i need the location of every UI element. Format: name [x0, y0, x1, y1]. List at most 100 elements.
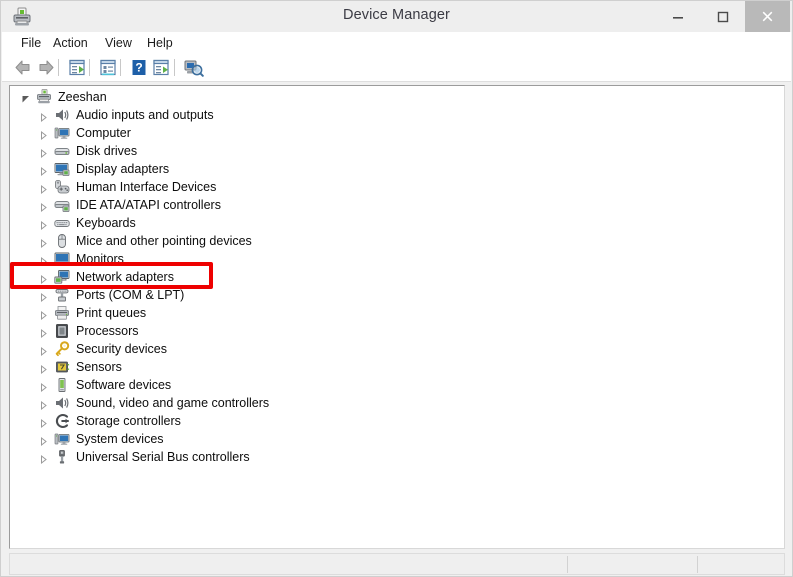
toolbar-separator [58, 59, 59, 76]
close-icon [745, 1, 790, 32]
collapsed-triangle-icon[interactable] [38, 218, 49, 229]
tree-item-label: Universal Serial Bus controllers [76, 449, 250, 465]
tree-item-audio-inputs-and-outputs[interactable]: Audio inputs and outputs [10, 106, 784, 124]
properties-icon [66, 65, 88, 82]
menu-bar: File Action View Help [2, 32, 791, 55]
tree-item-label: Computer [76, 125, 131, 141]
menu-item-file[interactable]: File [16, 35, 46, 51]
toolbar-show-hide-tree-button[interactable] [97, 57, 119, 78]
collapsed-triangle-icon[interactable] [38, 200, 49, 211]
maximize-button[interactable] [700, 1, 745, 32]
tree-item-label: Security devices [76, 341, 167, 357]
tree-item-mice-and-other-pointing-devices[interactable]: Mice and other pointing devices [10, 232, 784, 250]
tree-item-sensors[interactable]: Sensors [10, 358, 784, 376]
network-adapter-icon [54, 269, 70, 285]
collapsed-triangle-icon[interactable] [38, 146, 49, 157]
speaker-icon [54, 395, 70, 411]
tree-item-ports-com-lpt[interactable]: Ports (COM & LPT) [10, 286, 784, 304]
collapsed-triangle-icon[interactable] [38, 308, 49, 319]
tree-item-label: Keyboards [76, 215, 136, 231]
collapsed-triangle-icon[interactable] [38, 416, 49, 427]
collapsed-triangle-icon[interactable] [38, 380, 49, 391]
collapsed-triangle-icon[interactable] [38, 164, 49, 175]
toolbar-back-button[interactable] [12, 57, 34, 78]
tree-item-label: Print queues [76, 305, 146, 321]
tree-item-display-adapters[interactable]: Display adapters [10, 160, 784, 178]
status-bar [9, 553, 785, 575]
tree-item-computer[interactable]: Computer [10, 124, 784, 142]
menu-item-view[interactable]: View [100, 35, 137, 51]
tree-item-storage-controllers[interactable]: Storage controllers [10, 412, 784, 430]
tree-item-disk-drives[interactable]: Disk drives [10, 142, 784, 160]
tree-item-label: Audio inputs and outputs [76, 107, 214, 123]
collapsed-triangle-icon[interactable] [38, 272, 49, 283]
tree-item-security-devices[interactable]: Security devices [10, 340, 784, 358]
collapsed-triangle-icon[interactable] [38, 398, 49, 409]
gamepad-icon [54, 179, 70, 195]
tree-item-label: IDE ATA/ATAPI controllers [76, 197, 221, 213]
computer-icon [54, 431, 70, 447]
collapsed-triangle-icon[interactable] [38, 236, 49, 247]
toolbar-separator [120, 59, 121, 76]
status-divider [697, 556, 698, 573]
tree-item-zeeshan[interactable]: Zeeshan [10, 88, 784, 106]
tree-item-label: Mice and other pointing devices [76, 233, 252, 249]
monitor-icon [54, 251, 70, 267]
svg-text:?: ? [135, 61, 142, 75]
menu-item-action[interactable]: Action [48, 35, 93, 51]
tree-item-network-adapters[interactable]: Network adapters [10, 268, 784, 286]
help-icon: ? [128, 65, 150, 82]
expanded-triangle-icon[interactable] [20, 92, 31, 103]
tree-item-processors[interactable]: Processors [10, 322, 784, 340]
collapsed-triangle-icon[interactable] [38, 182, 49, 193]
collapsed-triangle-icon[interactable] [38, 290, 49, 301]
toolbar-update-driver-button[interactable] [150, 57, 172, 78]
sensor-icon [54, 359, 70, 375]
menu-item-help[interactable]: Help [142, 35, 178, 51]
device-tree-panel[interactable]: Zeeshan Audio inputs and outputs [9, 85, 785, 549]
tree-item-universal-serial-bus-controllers[interactable]: Universal Serial Bus controllers [10, 448, 784, 466]
tree-item-ide-ata-atapi-controllers[interactable]: IDE ATA/ATAPI controllers [10, 196, 784, 214]
tree-item-system-devices[interactable]: System devices [10, 430, 784, 448]
tree-item-label: Sound, video and game controllers [76, 395, 269, 411]
disk-drive-icon [54, 143, 70, 159]
toolbar-separator [174, 59, 175, 76]
software-device-icon [54, 377, 70, 393]
processor-icon [54, 323, 70, 339]
toolbar-scan-hardware-button[interactable] [182, 57, 204, 78]
update-driver-icon [150, 65, 172, 82]
tree-item-print-queues[interactable]: Print queues [10, 304, 784, 322]
port-icon [54, 287, 70, 303]
collapsed-triangle-icon[interactable] [38, 434, 49, 445]
collapsed-triangle-icon[interactable] [38, 344, 49, 355]
tree-item-sound-video-and-game-controllers[interactable]: Sound, video and game controllers [10, 394, 784, 412]
computer-printer-icon [36, 89, 52, 105]
tree-item-keyboards[interactable]: Keyboards [10, 214, 784, 232]
tree-item-human-interface-devices[interactable]: Human Interface Devices [10, 178, 784, 196]
tree-item-monitors[interactable]: Monitors [10, 250, 784, 268]
tree-item-label: Ports (COM & LPT) [76, 287, 184, 303]
tree-item-label: System devices [76, 431, 164, 447]
collapsed-triangle-icon[interactable] [38, 110, 49, 121]
minimize-button[interactable] [655, 1, 700, 32]
speaker-icon [54, 107, 70, 123]
tree-item-label: Human Interface Devices [76, 179, 216, 195]
tree-item-label: Zeeshan [58, 89, 107, 105]
collapsed-triangle-icon[interactable] [38, 326, 49, 337]
toolbar-help-button[interactable]: ? [128, 57, 150, 78]
device-manager-icon [11, 6, 33, 28]
collapsed-triangle-icon[interactable] [38, 254, 49, 265]
collapsed-triangle-icon[interactable] [38, 452, 49, 463]
collapsed-triangle-icon[interactable] [38, 362, 49, 373]
toolbar: ? [2, 54, 791, 82]
close-button[interactable] [745, 1, 790, 32]
keyboard-icon [54, 215, 70, 231]
minimize-icon [655, 1, 700, 32]
toolbar-properties-button[interactable] [66, 57, 88, 78]
toolbar-separator [89, 59, 90, 76]
tree-item-label: Display adapters [76, 161, 169, 177]
tree-item-software-devices[interactable]: Software devices [10, 376, 784, 394]
collapsed-triangle-icon[interactable] [38, 128, 49, 139]
mouse-icon [54, 233, 70, 249]
toolbar-forward-button[interactable] [35, 57, 57, 78]
